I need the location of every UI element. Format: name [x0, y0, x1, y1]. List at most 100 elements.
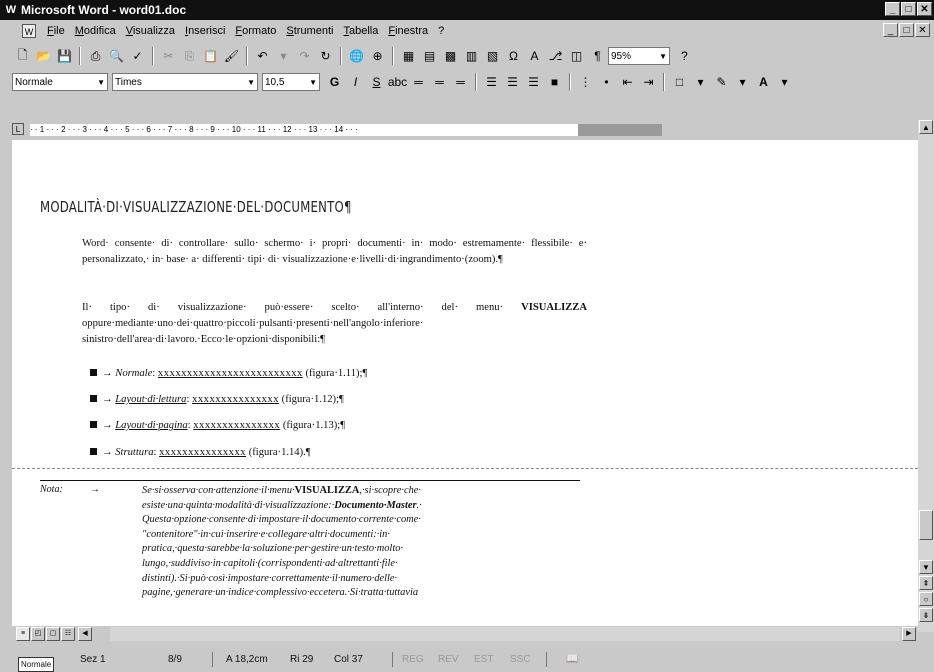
chevron-down-icon[interactable]: ▼ [97, 78, 105, 87]
open-folder-icon[interactable]: 📂 [33, 46, 54, 66]
wordart-icon[interactable]: A [524, 46, 545, 66]
numbering-icon[interactable]: ⋮ [575, 72, 596, 92]
undo-icon[interactable]: ↶ [252, 46, 273, 66]
align-left-icon[interactable]: ☰ [481, 72, 502, 92]
menu-help[interactable]: ? [433, 25, 449, 37]
columns-icon[interactable]: ▥ [461, 46, 482, 66]
show-formatting-icon[interactable]: ¶ [587, 46, 608, 66]
previous-page-icon[interactable]: ⇞ [919, 576, 933, 590]
tooltip: Normale [18, 657, 55, 672]
status-mode-est[interactable]: EST [474, 652, 493, 667]
line-style-icon[interactable]: ═ [429, 72, 450, 92]
increase-indent-icon[interactable]: ⇥ [638, 72, 659, 92]
menu-modifica[interactable]: Modifica [70, 25, 121, 37]
justify-icon[interactable]: ■ [544, 72, 565, 92]
font-combo[interactable]: Times ▼ [112, 73, 258, 91]
book-icon[interactable]: 📖 [566, 652, 578, 667]
doc-minimize-button[interactable]: _ [883, 23, 898, 37]
menu-strumenti[interactable]: Strumenti [281, 25, 338, 37]
paste-icon[interactable]: 📋 [200, 46, 221, 66]
menu-finestra[interactable]: Finestra [383, 25, 433, 37]
strikethrough-icon[interactable]: abc [387, 72, 408, 92]
outline-view-icon[interactable]: ☷ [61, 627, 75, 641]
borders-icon[interactable]: □ [669, 72, 690, 92]
chevron-down-icon[interactable]: ▾ [732, 72, 753, 92]
document-map-icon[interactable]: ⎇ [545, 46, 566, 66]
align-right-icon[interactable]: ☰ [523, 72, 544, 92]
chevron-down-icon[interactable]: ▼ [659, 52, 667, 61]
status-section: Sez 1 [80, 654, 106, 665]
symbol-icon[interactable]: Ω [503, 46, 524, 66]
font-size-combo[interactable]: 10,5 ▼ [262, 73, 320, 91]
scroll-thumb[interactable] [919, 510, 933, 540]
double-underline-icon[interactable]: ═ [408, 72, 429, 92]
insert-excel-icon[interactable]: ▩ [440, 46, 461, 66]
copy-icon[interactable]: ⎘ [179, 46, 200, 66]
chevron-down-icon[interactable]: ▾ [690, 72, 711, 92]
chevron-down-icon[interactable]: ▼ [309, 78, 317, 87]
style-combo[interactable]: Normale ▼ [12, 73, 108, 91]
scroll-left-icon[interactable]: ◀ [78, 627, 92, 641]
spelling-icon[interactable]: ✓ [127, 46, 148, 66]
minimize-button[interactable]: _ [885, 2, 900, 16]
new-document-icon[interactable]: 🗋 [12, 46, 33, 66]
arrow-icon: → [102, 368, 116, 379]
redo-icon[interactable]: ↷ [294, 46, 315, 66]
format-painter-icon[interactable]: 🖌 [221, 46, 242, 66]
list-item-code: xxxxxxxxxxxxxxx [192, 394, 280, 405]
print-preview-icon[interactable]: 🔍 [106, 46, 127, 66]
close-button[interactable]: ✕ [917, 2, 932, 16]
document-icon[interactable]: W [22, 24, 36, 38]
scroll-right-icon[interactable]: ▶ [902, 627, 916, 641]
menu-file[interactable]: File [42, 25, 70, 37]
toolbar-separator [663, 73, 665, 91]
zoom-combo[interactable]: 95% ▼ [608, 47, 670, 65]
horizontal-scrollbar[interactable] [110, 627, 900, 641]
maximize-button[interactable]: □ [901, 2, 916, 16]
tab-selector-icon[interactable]: L [12, 123, 24, 135]
scroll-up-icon[interactable]: ▲ [919, 120, 933, 134]
menu-tabella[interactable]: Tabella [338, 25, 383, 37]
print-layout-view-icon[interactable]: ▢ [46, 627, 60, 641]
doc-restore-button[interactable]: □ [899, 23, 914, 37]
decrease-indent-icon[interactable]: ⇤ [617, 72, 638, 92]
menu-formato[interactable]: Formato [230, 25, 281, 37]
italic-icon[interactable]: I [345, 72, 366, 92]
font-color-icon[interactable]: A [753, 72, 774, 92]
help-icon[interactable]: ? [674, 46, 695, 66]
print-icon[interactable]: ⎙ [85, 46, 106, 66]
chevron-down-icon[interactable]: ▼ [247, 78, 255, 87]
drawing-icon[interactable]: ▧ [482, 46, 503, 66]
repeat-icon[interactable]: ↻ [315, 46, 336, 66]
ruler[interactable]: L · · 1 · · · 2 · · · 3 · · · 4 · · · 5 … [0, 120, 934, 140]
chevron-down-icon[interactable]: ▾ [774, 72, 795, 92]
status-mode-ssc[interactable]: SSC [510, 652, 531, 667]
scroll-down-icon[interactable]: ▼ [919, 560, 933, 574]
ruler-scale[interactable]: · · 1 · · · 2 · · · 3 · · · 4 · · · 5 · … [30, 124, 578, 136]
save-icon[interactable]: 💾 [54, 46, 75, 66]
tables-borders-icon[interactable]: ▦ [398, 46, 419, 66]
thumbnails-icon[interactable]: ◫ [566, 46, 587, 66]
status-mode-reg[interactable]: REG [402, 652, 424, 667]
doc-close-button[interactable]: ✕ [915, 23, 930, 37]
undo-dropdown-icon[interactable]: ▾ [273, 46, 294, 66]
bold-icon[interactable]: G [324, 72, 345, 92]
insert-table-icon[interactable]: ▤ [419, 46, 440, 66]
menu-visualizza[interactable]: Visualizza [121, 25, 180, 37]
hyperlink-icon[interactable]: 🌐 [346, 46, 367, 66]
status-mode-rev[interactable]: REV [438, 652, 459, 667]
align-center-icon[interactable]: ☰ [502, 72, 523, 92]
menu-inserisci[interactable]: Inserisci [180, 25, 230, 37]
next-page-icon[interactable]: ⇟ [919, 608, 933, 622]
document-area[interactable]: MODALITÀ·DI·VISUALIZZAZIONE·DEL·DOCUMENT… [12, 140, 918, 626]
underline-icon[interactable]: S [366, 72, 387, 92]
vertical-scrollbar[interactable]: ▲ ▼ ⇞ ○ ⇟ [918, 120, 934, 632]
web-layout-view-icon[interactable]: ◰ [31, 627, 45, 641]
highlight-icon[interactable]: ✎ [711, 72, 732, 92]
cut-icon[interactable]: ✂ [158, 46, 179, 66]
normal-view-icon[interactable]: ≡ [16, 627, 30, 641]
web-toolbar-icon[interactable]: ⊕ [367, 46, 388, 66]
line-weight-icon[interactable]: ═ [450, 72, 471, 92]
bullets-icon[interactable]: • [596, 72, 617, 92]
browse-object-icon[interactable]: ○ [919, 592, 933, 606]
